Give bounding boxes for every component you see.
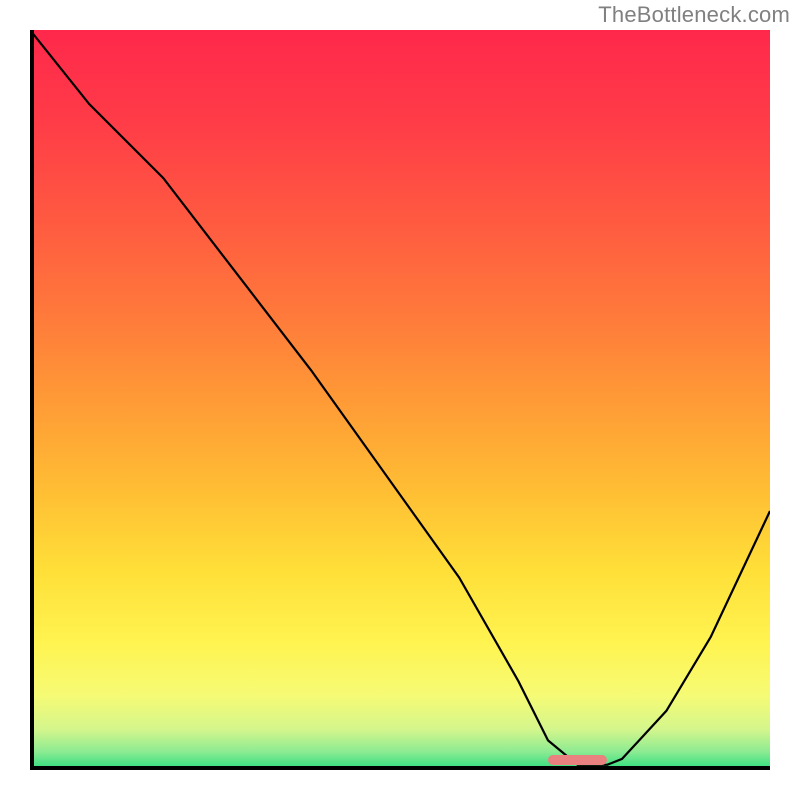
axes-frame — [30, 30, 770, 770]
optimal-marker — [548, 755, 607, 765]
watermark-text: TheBottleneck.com — [598, 2, 790, 28]
plot-area — [30, 30, 770, 770]
chart-container: TheBottleneck.com — [0, 0, 800, 800]
